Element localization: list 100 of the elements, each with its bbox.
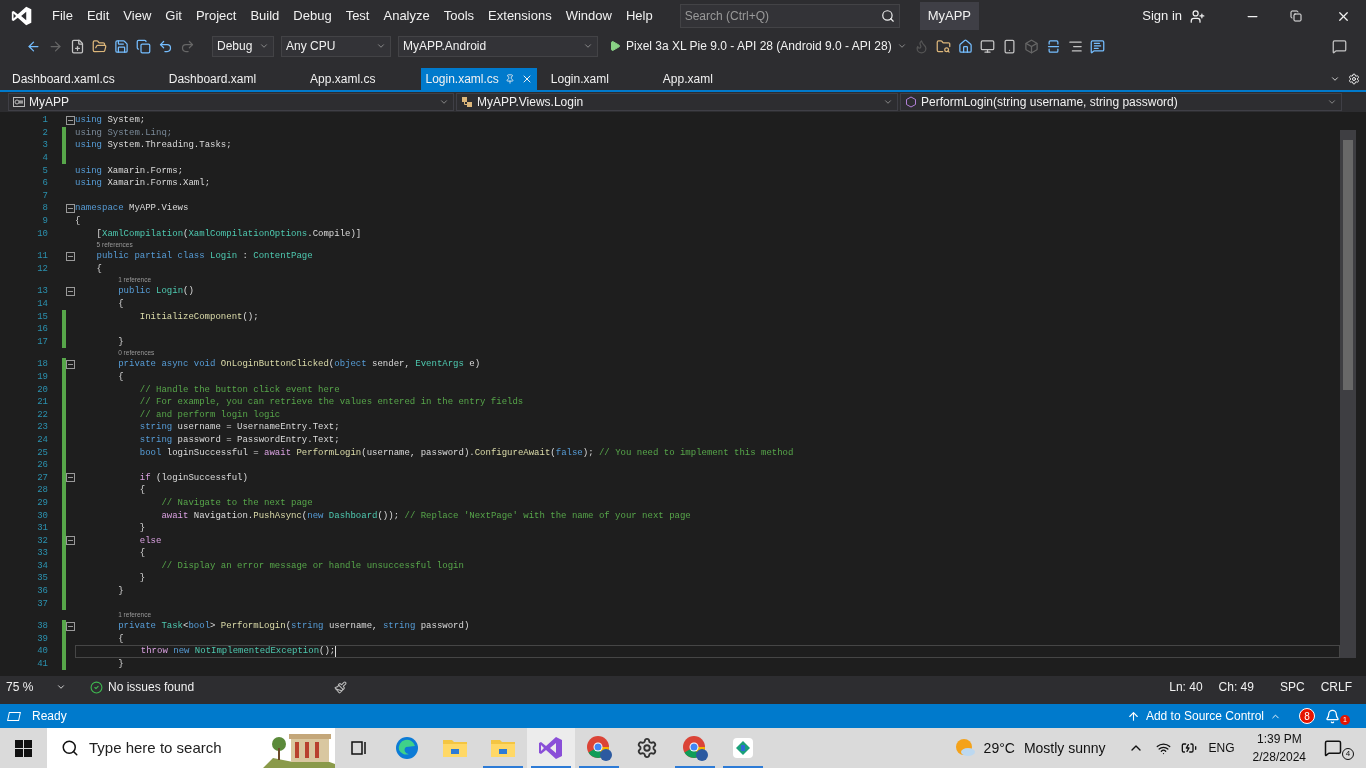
weather-condition[interactable]: Mostly sunny — [1023, 737, 1106, 759]
run-button[interactable]: Pixel 3a XL Pie 9.0 - API 28 (Android 9.0 - API 28) — [609, 37, 907, 55]
task-view-icon[interactable] — [349, 738, 369, 758]
line-number: 13 — [36, 285, 48, 298]
undo-icon[interactable] — [158, 38, 173, 54]
back-icon[interactable] — [26, 38, 41, 54]
menu-item[interactable]: Git — [158, 6, 189, 26]
line-number: 18 — [36, 358, 48, 371]
menu-item[interactable]: Project — [188, 6, 244, 26]
menu-item[interactable]: View — [116, 6, 159, 26]
document-tab[interactable]: Login.xaml — [542, 68, 655, 90]
collapse-icon[interactable] — [66, 203, 75, 213]
align-right-icon[interactable] — [1067, 38, 1083, 54]
source-control-button[interactable]: Add to Source Control — [1126, 707, 1281, 725]
line-number: 28 — [36, 484, 48, 497]
menu-item[interactable]: Test — [338, 6, 377, 26]
feedback-icon[interactable] — [1332, 38, 1347, 54]
forward-icon[interactable] — [48, 38, 63, 54]
type-dropdown[interactable]: MyAPP.Views.Login — [456, 93, 898, 111]
phone-icon[interactable] — [1001, 38, 1017, 54]
search-box[interactable]: Search (Ctrl+Q) — [679, 4, 900, 28]
document-tab[interactable]: Dashboard.xaml.cs — [4, 68, 161, 90]
error-count-badge[interactable]: 8 — [1299, 708, 1315, 724]
restore-icon[interactable] — [1290, 10, 1302, 22]
play-icon — [609, 40, 621, 52]
chrome-icon[interactable] — [681, 734, 709, 762]
action-center-icon[interactable] — [1324, 739, 1342, 757]
status-text: Ready — [8, 707, 67, 725]
line-number: 5 — [41, 164, 48, 177]
startup-project-dropdown[interactable]: MyAPP.Android — [398, 35, 598, 57]
folder-icon[interactable] — [442, 737, 468, 759]
code-line: string username = UsernameEntry.Text; — [138, 421, 340, 434]
chrome-icon[interactable] — [585, 734, 613, 762]
monitor-icon[interactable] — [979, 38, 995, 54]
document-tab[interactable]: Dashboard.xaml — [160, 68, 303, 90]
wifi-icon[interactable] — [1155, 740, 1171, 756]
caret-icon — [56, 682, 66, 692]
member-dropdown[interactable]: PerformLogin(string username, string password) — [900, 93, 1342, 111]
menu-item[interactable]: Build — [243, 6, 287, 26]
zoom-dropdown[interactable]: 75 % — [6, 678, 66, 696]
edge-icon[interactable] — [394, 735, 420, 761]
collapse-icon[interactable] — [66, 473, 75, 483]
code-line: // Display an error message or handle unsuccessful login — [160, 559, 464, 572]
comment-icon[interactable] — [1089, 38, 1105, 54]
collapse-icon[interactable] — [66, 621, 75, 631]
weather-temperature[interactable]: 29°C — [983, 737, 1015, 759]
notifications-icon[interactable] — [1325, 708, 1340, 724]
cleanup-icon[interactable] — [334, 680, 348, 694]
menu-item[interactable]: Help — [618, 6, 660, 26]
menu-item[interactable]: Window — [558, 6, 619, 26]
home-icon[interactable] — [957, 38, 973, 54]
visual-studio-icon[interactable] — [538, 735, 564, 761]
new-file-icon[interactable] — [70, 38, 85, 54]
issues-status[interactable]: No issues found — [90, 678, 195, 696]
collapse-icon[interactable] — [66, 286, 75, 296]
start-button[interactable] — [15, 739, 32, 757]
platform-dropdown[interactable]: Any CPU — [281, 35, 391, 57]
line-number: 12 — [36, 262, 48, 275]
taskbar-button[interactable] — [527, 728, 575, 768]
line-number: 26 — [36, 459, 48, 472]
search-field[interactable]: Search (Ctrl+Q) — [684, 7, 865, 25]
taskbar-search-box[interactable]: Type here to search — [47, 728, 335, 768]
taskbar-search-field[interactable]: Type here to search — [89, 736, 249, 760]
collapse-icon[interactable] — [66, 359, 75, 369]
menu-item[interactable]: Analyze — [376, 6, 437, 26]
save-all-icon[interactable] — [136, 38, 151, 54]
sign-in-button[interactable]: Sign in — [1142, 6, 1205, 26]
folder-icon[interactable] — [490, 737, 516, 759]
code-line: if (loginSuccessful) — [138, 471, 248, 484]
collapse-icon[interactable] — [66, 251, 75, 261]
document-tab[interactable]: App.xaml — [654, 68, 759, 90]
folder-search-icon[interactable] — [935, 38, 951, 54]
split-icon[interactable] — [1045, 38, 1061, 54]
collapse-icon[interactable] — [66, 536, 75, 546]
open-folder-icon[interactable] — [92, 38, 107, 54]
menu-item[interactable]: Edit — [79, 6, 117, 26]
save-icon[interactable] — [114, 38, 129, 54]
document-tab[interactable]: App.xaml.cs — [302, 68, 422, 90]
clock-time: 1:39 PM — [1256, 731, 1302, 748]
menu-item[interactable]: Extensions — [481, 6, 559, 26]
pin-icon[interactable] — [504, 74, 515, 84]
settings-icon[interactable] — [636, 737, 658, 759]
menu-item[interactable]: File — [45, 6, 80, 26]
language-indicator[interactable]: ENG — [1208, 739, 1235, 757]
line-number: 31 — [36, 522, 48, 535]
document-tab[interactable]: Login.xaml.cs — [421, 68, 537, 90]
check-icon — [90, 680, 103, 694]
menu-item[interactable]: Tools — [436, 6, 482, 26]
vertical-scrollbar[interactable] — [1340, 130, 1356, 658]
caret-icon — [583, 41, 593, 51]
solution-name: MyAPP — [919, 2, 980, 30]
battery-icon[interactable] — [1180, 740, 1197, 756]
menu-item[interactable]: Debug — [286, 6, 339, 26]
project-dropdown[interactable]: MyAPP — [8, 93, 454, 111]
box-icon[interactable] — [1023, 38, 1039, 54]
configuration-dropdown[interactable]: Debug — [212, 35, 274, 57]
collapse-icon[interactable] — [66, 115, 75, 125]
app-icon[interactable] — [731, 736, 755, 760]
clock[interactable]: 1:39 PM 2/28/2024 — [1252, 730, 1306, 766]
redo-icon[interactable] — [180, 38, 195, 54]
